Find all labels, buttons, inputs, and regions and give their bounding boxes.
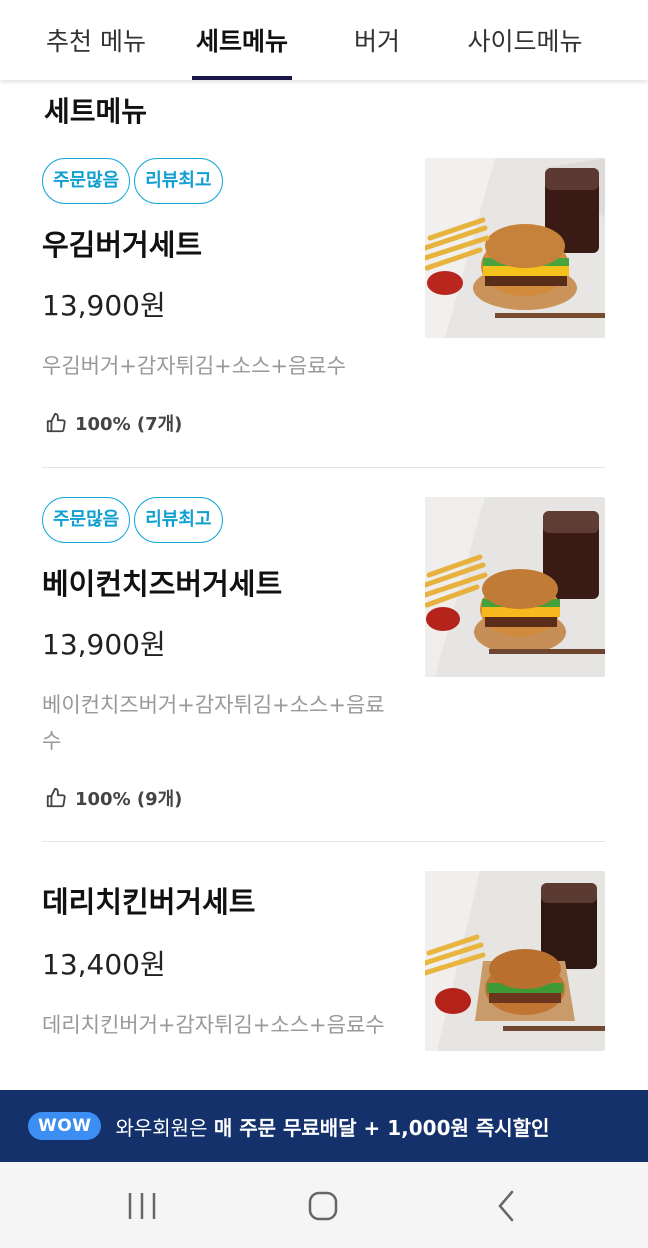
recent-apps-button[interactable] [112,1186,172,1226]
menu-item-name: 우김버거세트 [42,228,203,262]
tab-recommended[interactable]: 추천 메뉴 [42,22,150,80]
menu-item-price: 13,900원 [42,289,166,322]
tab-set-menu[interactable]: 세트메뉴 [192,22,292,80]
wow-promo-banner[interactable]: WOW 와우회원은 매 주문 무료배달 + 1,000원 즉시할인 [0,1090,648,1162]
badge-top-review: 리뷰최고 [134,497,223,543]
badge-group: 주문많음 리뷰최고 [42,497,227,543]
item-divider [42,467,605,468]
menu-item[interactable]: 데리치킨버거세트 13,400원 데리치킨버거+감자튀김+소스+음료수 [42,871,605,1091]
back-button[interactable] [476,1186,536,1226]
menu-item-photo [425,158,605,338]
section-title: 세트메뉴 [44,95,148,128]
badge-group: 주문많음 리뷰최고 [42,158,227,204]
thumbs-up-icon [46,787,66,808]
menu-item-photo [425,871,605,1051]
menu-item[interactable]: 주문많음 리뷰최고 우김버거세트 13,900원 우김버거+감자튀김+소스+음료수… [42,158,605,468]
menu-item-price: 13,900원 [42,628,166,661]
menu-item-rating: 100% (9개) [45,785,182,811]
badge-top-review: 리뷰최고 [134,158,223,204]
category-tab-bar: 추천 메뉴 세트메뉴 버거 사이드메뉴 [0,0,648,80]
tab-side-menu[interactable]: 사이드메뉴 [462,22,588,80]
wow-badge: WOW [28,1112,102,1140]
rating-text: 100% (9개) [75,789,183,810]
menu-item-description: 베이컨치즈버거+감자튀김+소스+음료수 [42,693,385,753]
rating-text: 100% (7개) [75,414,183,435]
menu-item[interactable]: 주문많음 리뷰최고 베이컨치즈버거세트 13,900원 베이컨치즈버거+감자튀김+… [42,497,605,842]
wow-promo-text-bold: 매 주문 무료배달 + 1,000원 즉시할인 [213,1115,550,1140]
home-button[interactable] [293,1186,353,1226]
menu-item-name: 데리치킨버거세트 [42,885,256,919]
recent-apps-icon [128,1193,156,1219]
wow-promo-text: 와우회원은 매 주문 무료배달 + 1,000원 즉시할인 [115,1112,549,1141]
item-divider [42,841,605,842]
menu-item-name: 베이컨치즈버거세트 [42,567,283,601]
thumbs-up-icon [46,412,66,433]
back-icon [498,1190,514,1222]
menu-item-rating: 100% (7개) [45,410,182,436]
system-navigation-bar [0,1162,648,1248]
badge-popular: 주문많음 [42,497,131,543]
menu-item-photo [425,497,605,677]
menu-item-description: 우김버거+감자튀김+소스+음료수 [42,354,346,378]
menu-item-price: 13,400원 [42,948,166,981]
badge-popular: 주문많음 [42,158,131,204]
tab-burger[interactable]: 버거 [350,22,404,80]
menu-item-description: 데리치킨버거+감자튀김+소스+음료수 [42,1013,385,1037]
home-icon [308,1191,338,1221]
wow-promo-text-plain: 와우회원은 [115,1115,208,1140]
